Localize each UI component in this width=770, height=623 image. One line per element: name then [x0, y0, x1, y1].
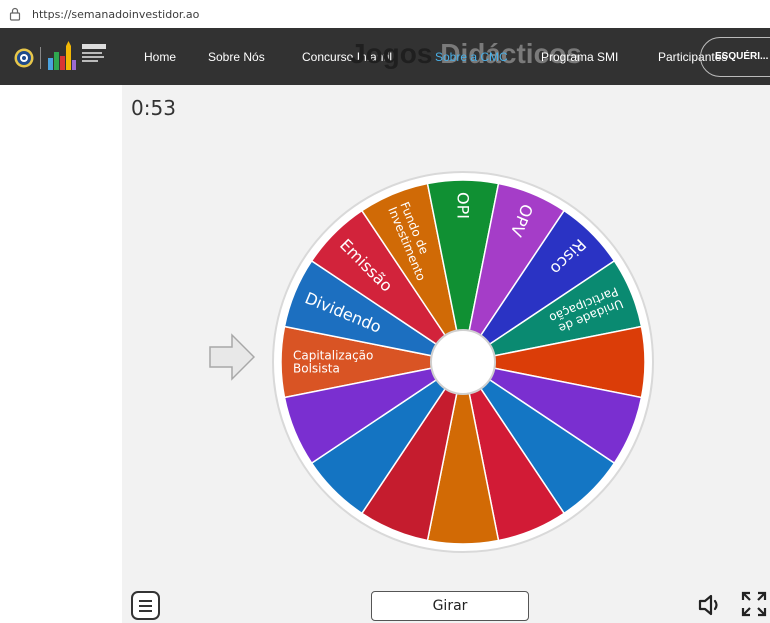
wheel-segment-label: OPI — [453, 192, 472, 219]
logo-divider — [40, 47, 41, 69]
wheel-label-text: Capitalização — [293, 349, 373, 363]
wheel-label-text: Bolsista — [293, 362, 340, 376]
site-logo-emblem[interactable] — [14, 48, 34, 68]
lock-icon — [9, 7, 21, 21]
nav-sobre-nos[interactable]: Sobre Nós — [208, 50, 265, 64]
fullscreen-icon[interactable] — [740, 590, 768, 618]
spin-button[interactable]: Girar — [371, 591, 529, 621]
countdown-timer: 0:53 — [131, 96, 176, 120]
wheel-hub[interactable] — [430, 329, 496, 395]
browser-address-bar[interactable]: https://semanadoinvestidor.ao — [0, 0, 770, 28]
speaker-icon[interactable] — [697, 592, 725, 618]
nav-programa-smi[interactable]: Programa SMI — [541, 50, 618, 64]
spin-wheel[interactable]: VolatilidadeAcçãoAccionistaActivoAssembl… — [268, 167, 658, 557]
site-logo[interactable] — [44, 40, 114, 74]
hamburger-menu-icon[interactable] — [131, 591, 160, 620]
wheel-label-text: OPI — [453, 192, 472, 219]
nav-sobre-cmc[interactable]: Sobre a CMC — [435, 50, 508, 64]
page-title-part1: Jogos — [350, 38, 441, 69]
arrow-right-icon — [209, 333, 256, 381]
nav-action-button[interactable]: ESQUÉRI... — [700, 37, 770, 77]
address-url[interactable]: https://semanadoinvestidor.ao — [32, 8, 199, 21]
nav-home[interactable]: Home — [144, 50, 176, 64]
